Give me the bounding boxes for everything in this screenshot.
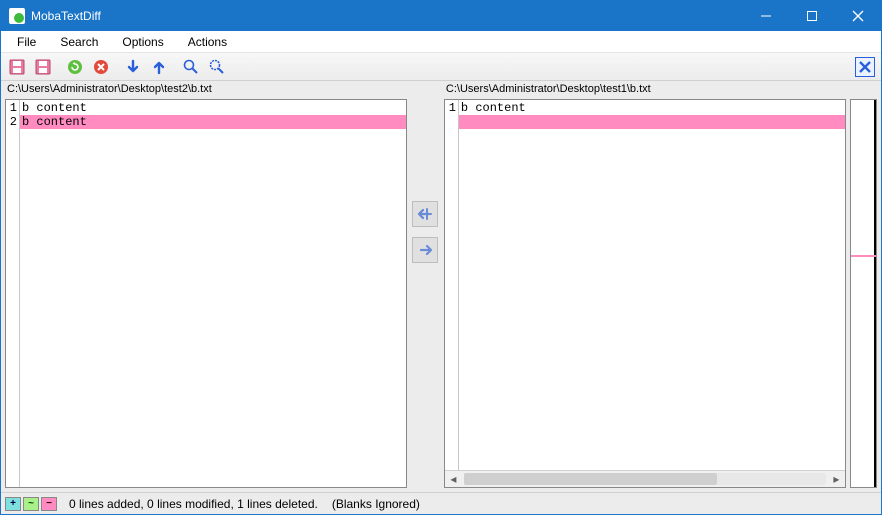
transfer-column — [411, 81, 440, 492]
right-gutter: 1 — [445, 100, 459, 470]
left-gutter: 1 2 — [6, 100, 20, 487]
app-icon — [9, 8, 25, 24]
maximize-button[interactable] — [789, 1, 835, 31]
left-text[interactable]: b content b content — [20, 100, 406, 487]
save-left-button[interactable] — [5, 56, 29, 78]
next-diff-button[interactable] — [121, 56, 145, 78]
right-path: C:\Users\Administrator\Desktop\test1\b.t… — [444, 81, 846, 99]
save-right-button[interactable] — [31, 56, 55, 78]
left-editor[interactable]: 1 2 b content b content — [5, 99, 407, 488]
right-pane: C:\Users\Administrator\Desktop\test1\b.t… — [440, 81, 850, 492]
zoom-reset-button[interactable] — [205, 56, 229, 78]
menu-actions[interactable]: Actions — [176, 33, 239, 51]
status-added-indicator: + — [5, 497, 21, 511]
app-title: MobaTextDiff — [31, 9, 101, 23]
copy-right-button[interactable] — [412, 237, 438, 263]
code-line: b content — [20, 101, 406, 115]
minimize-button[interactable] — [743, 1, 789, 31]
overview-strip[interactable] — [850, 99, 877, 488]
overview-marker — [851, 255, 876, 257]
left-path: C:\Users\Administrator\Desktop\test2\b.t… — [5, 81, 407, 99]
code-line-deleted: b content — [20, 115, 406, 129]
left-pane: C:\Users\Administrator\Desktop\test2\b.t… — [1, 81, 411, 492]
scroll-left-icon[interactable]: ◂ — [445, 471, 462, 488]
right-horizontal-scrollbar[interactable]: ◂ ▸ — [445, 470, 845, 487]
scroll-track[interactable] — [464, 473, 826, 485]
cancel-button[interactable] — [89, 56, 113, 78]
zoom-button[interactable] — [179, 56, 203, 78]
line-number: 1 — [445, 101, 456, 115]
menu-search[interactable]: Search — [48, 33, 110, 51]
copy-left-button[interactable] — [412, 201, 438, 227]
line-number: 1 — [6, 101, 17, 115]
status-modified-indicator: ~ — [23, 497, 39, 511]
workarea: C:\Users\Administrator\Desktop\test2\b.t… — [1, 81, 881, 514]
menu-file[interactable]: File — [5, 33, 48, 51]
code-line: b content — [459, 101, 845, 115]
line-number — [445, 115, 456, 129]
statusbar: + ~ − 0 lines added, 0 lines modified, 1… — [1, 492, 881, 514]
close-panel-button[interactable] — [855, 57, 875, 77]
titlebar[interactable]: MobaTextDiff — [1, 1, 881, 31]
right-editor[interactable]: 1 b content ◂ ▸ — [444, 99, 846, 488]
diff-panes: C:\Users\Administrator\Desktop\test2\b.t… — [1, 81, 881, 492]
scroll-thumb[interactable] — [464, 473, 717, 485]
reload-button[interactable] — [63, 56, 87, 78]
right-text[interactable]: b content — [459, 100, 845, 470]
status-deleted-indicator: − — [41, 497, 57, 511]
overview-cursor — [874, 100, 876, 487]
close-button[interactable] — [835, 1, 881, 31]
scroll-right-icon[interactable]: ▸ — [828, 471, 845, 488]
status-summary: 0 lines added, 0 lines modified, 1 lines… — [69, 497, 318, 511]
app-window: MobaTextDiff File Search Options Actions — [0, 0, 882, 515]
menubar: File Search Options Actions — [1, 31, 881, 53]
code-line-deleted — [459, 115, 845, 129]
prev-diff-button[interactable] — [147, 56, 171, 78]
toolbar — [1, 53, 881, 81]
menu-options[interactable]: Options — [110, 33, 175, 51]
line-number: 2 — [6, 115, 17, 129]
status-options: (Blanks Ignored) — [332, 497, 420, 511]
